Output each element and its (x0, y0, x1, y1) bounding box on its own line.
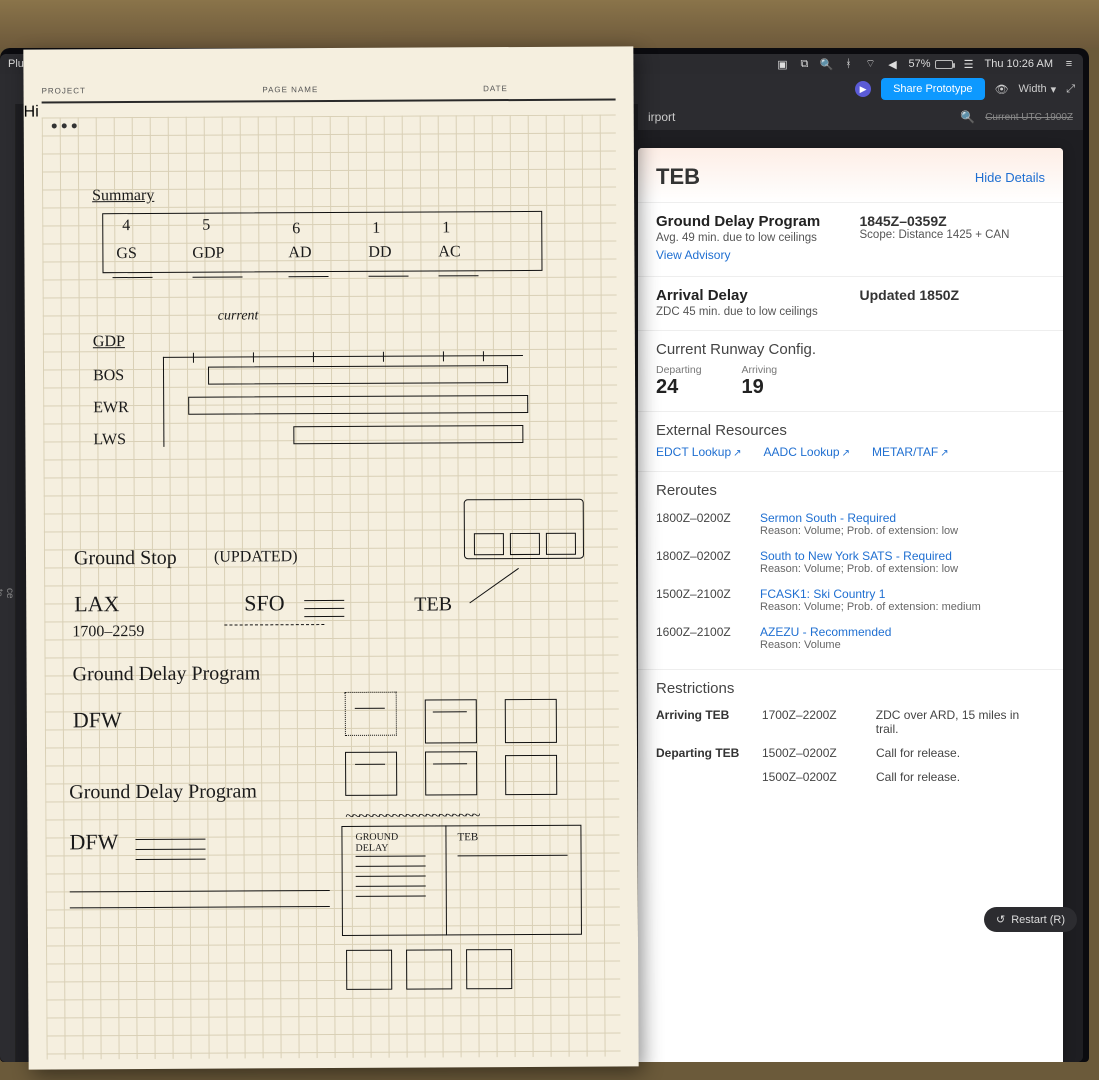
reroute-reason: Reason: Volume; Prob. of extension: low (760, 563, 958, 575)
gdp-scope: Scope: Distance 1425 + CAN (860, 229, 1046, 241)
reroute-name[interactable]: FCASK1: Ski Country 1 (760, 587, 981, 601)
rwy-dep-val: 24 (656, 376, 702, 399)
hide-details-link[interactable]: Hide Details (975, 170, 1045, 185)
restriction-text: Call for release. (876, 770, 960, 784)
rwy-arr-label: Arriving (742, 364, 778, 376)
battery-indicator[interactable]: 57% (908, 58, 952, 70)
reroute-reason: Reason: Volume; Prob. of extension: medi… (760, 601, 981, 613)
gdp-time: 1845Z–0359Z (860, 213, 1046, 229)
restriction-label (656, 770, 748, 784)
paper-notepad: PROJECT PAGE NAME DATE Hi Summary 4 5 6 … (23, 46, 638, 1069)
chevron-down-icon: ▾ (1051, 83, 1057, 96)
restriction-label: Arriving TEB (656, 708, 748, 736)
external-icon: ↗ (842, 448, 850, 459)
battery-pct: 57% (908, 58, 930, 70)
restriction-text: ZDC over ARD, 15 miles in trail. (876, 708, 1045, 736)
reroute-time: 1800Z–0200Z (656, 511, 746, 537)
restrictions-title: Restrictions (656, 680, 1045, 697)
paper-date-label: DATE (483, 84, 616, 94)
restart-icon: ↺ (996, 913, 1005, 926)
volume-icon[interactable]: ◀ (886, 58, 898, 70)
share-prototype-button[interactable]: Share Prototype (881, 78, 985, 100)
fullscreen-icon[interactable]: ⤢ (1066, 83, 1075, 96)
menubar-clock[interactable]: Thu 10:26 AM (985, 58, 1054, 70)
paper-project-label: PROJECT (42, 85, 263, 95)
menubar-extra-icon[interactable]: ≡ (1063, 58, 1075, 70)
gdp-title: Ground Delay Program (656, 213, 842, 230)
restriction-row: Arriving TEB 1700Z–2200Z ZDC over ARD, 1… (656, 703, 1045, 741)
view-advisory-link[interactable]: View Advisory (656, 248, 730, 262)
rwy-dep-label: Departing (656, 364, 702, 376)
stage-manager-icon[interactable]: ▣ (776, 58, 788, 70)
reroute-time: 1500Z–2100Z (656, 587, 746, 613)
reroute-row: 1500Z–2100Z FCASK1: Ski Country 1 Reason… (656, 581, 1045, 619)
restriction-time: 1500Z–0200Z (762, 770, 862, 784)
control-icon[interactable]: ⧉ (798, 58, 810, 70)
airport-code: TEB (656, 164, 700, 190)
reroute-name[interactable]: AZEZU - Recommended (760, 625, 891, 639)
arrival-delay-sub: ZDC 45 min. due to low ceilings (656, 306, 842, 318)
restriction-time: 1500Z–0200Z (762, 746, 862, 760)
visibility-toggle[interactable]: 👁 (995, 83, 1009, 96)
reroute-name[interactable]: South to New York SATS - Required (760, 549, 958, 563)
reroute-name[interactable]: Sermon South - Required (760, 511, 958, 525)
metar-taf-link[interactable]: METAR/TAF↗ (872, 445, 949, 459)
sk-summary: Summary (92, 187, 154, 205)
left-panel: ce ts me e (0, 104, 16, 1062)
external-icon: ↗ (940, 448, 948, 459)
restriction-time: 1700Z–2200Z (762, 708, 862, 736)
width-dropdown[interactable]: Width ▾ (1019, 83, 1057, 96)
paper-hi-note: Hi (24, 104, 39, 121)
wifi-icon[interactable]: ⌔ (864, 58, 876, 70)
restart-button[interactable]: ↺ Restart (R) (984, 907, 1077, 932)
external-icon: ↗ (733, 448, 741, 459)
control-center-icon[interactable]: ☰ (963, 58, 975, 70)
rwy-arr-val: 19 (742, 376, 778, 399)
aadc-lookup-link[interactable]: AADC Lookup↗ (764, 445, 850, 459)
restriction-row: Departing TEB 1500Z–0200Z Call for relea… (656, 741, 1045, 765)
play-icon[interactable]: ▶ (855, 81, 871, 97)
restriction-row: 1500Z–0200Z Call for release. (656, 765, 1045, 789)
restriction-text: Call for release. (876, 746, 960, 760)
gdp-subtitle: Avg. 49 min. due to low ceilings (656, 232, 842, 244)
reroute-reason: Reason: Volume (760, 639, 891, 651)
reroute-row: 1800Z–0200Z South to New York SATS - Req… (656, 543, 1045, 581)
reroute-reason: Reason: Volume; Prob. of extension: low (760, 525, 958, 537)
runway-title: Current Runway Config. (656, 341, 1045, 358)
bluetooth-icon[interactable]: ᚼ (842, 58, 854, 70)
reroute-time: 1800Z–0200Z (656, 549, 746, 575)
restriction-label: Departing TEB (656, 746, 748, 760)
reroute-time: 1600Z–2100Z (656, 625, 746, 651)
page-title-fragment: irport (648, 110, 675, 124)
search-icon[interactable]: 🔍 (960, 110, 975, 124)
reroutes-title: Reroutes (656, 482, 1045, 499)
reroute-row: 1800Z–0200Z Sermon South - Required Reas… (656, 505, 1045, 543)
arrival-delay-time: Updated 1850Z (860, 287, 1046, 303)
edct-lookup-link[interactable]: EDCT Lookup↗ (656, 445, 742, 459)
arrival-delay-title: Arrival Delay (656, 287, 842, 304)
spotlight-icon[interactable]: 🔍 (820, 58, 832, 70)
reroute-row: 1600Z–2100Z AZEZU - Recommended Reason: … (656, 619, 1045, 657)
external-resources-title: External Resources (656, 422, 1045, 439)
current-utc-label: Current UTC 1900Z (985, 112, 1073, 123)
prototype-topbar: irport 🔍 Current UTC 1900Z (638, 104, 1083, 130)
paper-page-label: PAGE NAME (262, 84, 483, 94)
